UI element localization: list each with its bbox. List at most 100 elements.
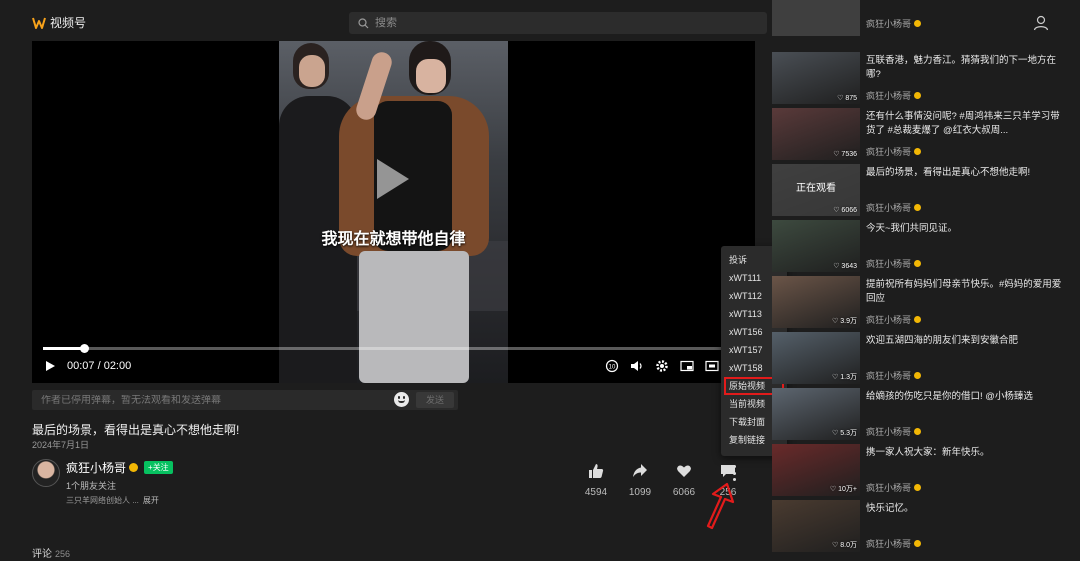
like-count: 4594 <box>584 487 608 498</box>
recommended-item[interactable]: 正在观看 ♡ 6066 最后的场景，看得出是真心不想他走啊! 疯狂小杨哥 <box>771 164 1071 216</box>
recommended-title[interactable]: 给嫡孩的伤吃只是你的借口! @小杨臻选 <box>866 390 1066 404</box>
recommended-author: 疯狂小杨哥 <box>866 313 922 326</box>
app-logo[interactable]: 视频号 <box>32 14 86 31</box>
recommended-item[interactable]: ♡ 10万+ 携一家人祝大家：新年快乐。 疯狂小杨哥 <box>771 444 1071 496</box>
svg-text:10: 10 <box>609 365 616 371</box>
recommended-author-partial: 疯狂小杨哥 <box>866 17 922 30</box>
comments-count: 256 <box>55 549 71 559</box>
share-arrow-icon <box>633 464 647 477</box>
recommended-item[interactable]: ♡ 1.3万 欢迎五湖四海的朋友们来到安徽合肥 疯狂小杨哥 <box>771 332 1071 384</box>
comments-label: 评论 <box>32 549 52 560</box>
play-icon[interactable] <box>46 361 55 371</box>
recommended-author: 疯狂小杨哥 <box>866 537 922 550</box>
recommended-author: 疯狂小杨哥 <box>866 89 922 102</box>
author-avatar[interactable] <box>32 459 60 487</box>
picture-in-picture-icon[interactable] <box>680 359 694 373</box>
video-scene-face-left <box>299 55 325 87</box>
recommended-thumbnail[interactable] <box>772 0 860 36</box>
recommended-author: 疯狂小杨哥 <box>866 425 922 438</box>
recommended-likes: ♡ 7536 <box>833 151 857 158</box>
emoji-icon[interactable] <box>394 392 409 407</box>
playback-speed-icon[interactable]: 10 <box>605 359 619 373</box>
recommended-title[interactable]: 最后的场景，看得出是真心不想他走啊! <box>866 166 1066 180</box>
verified-badge-icon <box>914 428 922 435</box>
video-player[interactable]: 我现在就想带他自律 00:07 / 02:00 10 <box>32 41 755 383</box>
thumbs-up-icon <box>589 464 604 478</box>
friends-following: 1个朋友关注 <box>66 481 117 491</box>
video-frame[interactable] <box>279 41 508 383</box>
recommended-likes: ♡ 3643 <box>833 263 857 270</box>
verified-badge-icon <box>914 204 922 211</box>
follow-button[interactable]: +关注 <box>144 461 173 474</box>
recommended-item[interactable]: ♡ 3.9万 提前祝所有妈妈们母亲节快乐。#妈妈的爱用爱回应疯狂小杨哥 <box>771 276 1071 328</box>
author-bio: 三只羊网络创始人 ... 展开 <box>66 495 173 506</box>
recommended-author: 疯狂小杨哥 <box>866 481 922 494</box>
recommended-item[interactable]: ♡ 5.3万 给嫡孩的伤吃只是你的借口! @小杨臻选 疯狂小杨哥 <box>771 388 1071 440</box>
recommended-likes: ♡ 5.3万 <box>832 430 857 437</box>
recommended-title[interactable]: 携一家人祝大家：新年快乐。 <box>866 446 1066 460</box>
verified-badge-icon <box>914 484 922 491</box>
time-display: 00:07 / 02:00 <box>67 360 132 372</box>
search-input[interactable] <box>375 17 735 29</box>
verified-badge-icon <box>914 92 922 99</box>
expand-bio-link[interactable]: 展开 <box>143 496 159 505</box>
heart-icon: ♡ <box>829 486 839 493</box>
verified-badge-icon <box>914 260 922 267</box>
author-name[interactable]: 疯狂小杨哥 <box>66 459 126 476</box>
progress-knob[interactable] <box>79 344 89 353</box>
progress-bar[interactable] <box>43 344 744 353</box>
recommended-title[interactable]: 快乐记忆。 <box>866 502 1066 516</box>
channels-logo-icon <box>32 17 46 29</box>
recommended-title[interactable]: 互联香港，魅力香江。猜猜我们的下一地方在哪? <box>866 54 1066 82</box>
recommended-thumbnail[interactable]: ♡ 10万+ <box>772 444 860 496</box>
verified-badge-icon <box>129 463 139 472</box>
heart-count: 6066 <box>672 487 696 498</box>
recommended-author: 疯狂小杨哥 <box>866 145 922 158</box>
danmaku-bar: 发送 <box>32 390 458 410</box>
recommended-thumbnail[interactable]: ♡ 875 <box>772 52 860 104</box>
recommended-title[interactable]: 欢迎五湖四海的朋友们来到安徽合肥 <box>866 334 1066 348</box>
send-danmaku-button[interactable]: 发送 <box>416 392 454 408</box>
recommended-thumbnail[interactable]: ♡ 7536 <box>772 108 860 160</box>
recommended-likes: ♡ 3.9万 <box>832 318 857 325</box>
recommended-author: 疯狂小杨哥 <box>866 369 922 382</box>
volume-icon[interactable] <box>630 359 644 373</box>
like-button[interactable]: 4594 <box>574 463 618 498</box>
recommended-item[interactable]: ♡ 7536 还有什么事情没问呢? #周鸿祎来三只羊学习带货了 #总裁麦爆了 @红… <box>771 108 1071 160</box>
recommended-thumbnail[interactable]: 正在观看 ♡ 6066 <box>772 164 860 216</box>
share-button[interactable]: 1099 <box>618 463 662 498</box>
recommended-title[interactable]: 还有什么事情没问呢? #周鸿祎来三只羊学习带货了 #总裁麦爆了 @红衣大叔周..… <box>866 110 1066 138</box>
recommended-likes: ♡ 1.3万 <box>832 374 857 381</box>
author-block: 疯狂小杨哥 +关注 1个朋友关注 三只羊网络创始人 ... 展开 <box>32 459 173 506</box>
video-title: 最后的场景，看得出是真心不想他走啊! <box>32 423 240 437</box>
play-overlay-icon[interactable] <box>377 159 409 199</box>
recommended-author: 疯狂小杨哥 <box>866 257 922 270</box>
recommended-thumbnail[interactable]: ♡ 3643 <box>772 220 860 272</box>
settings-gear-icon[interactable] <box>655 359 669 373</box>
heart-icon <box>677 465 691 477</box>
logo-text: 视频号 <box>50 16 87 30</box>
fullscreen-icon[interactable] <box>705 359 719 373</box>
video-date: 2024年7月1日 <box>32 440 90 450</box>
recommended-title[interactable]: 提前祝所有妈妈们母亲节快乐。#妈妈的爱用爱回应 <box>866 278 1066 306</box>
recommended-title[interactable]: 今天~我们共同见证。 <box>866 222 1066 236</box>
recommended-likes: ♡ 875 <box>837 95 857 102</box>
recommended-likes: ♡ 8.0万 <box>832 542 857 549</box>
verified-badge-icon <box>914 372 922 379</box>
verified-badge-icon <box>914 148 922 155</box>
recommended-thumbnail[interactable]: ♡ 3.9万 <box>772 276 860 328</box>
search-icon <box>358 17 369 28</box>
recommended-likes: ♡ 6066 <box>833 207 857 214</box>
recommended-thumbnail[interactable]: ♡ 1.3万 <box>772 332 860 384</box>
search-bar[interactable] <box>349 12 767 34</box>
verified-badge-icon <box>914 316 922 323</box>
recommended-thumbnail[interactable]: ♡ 5.3万 <box>772 388 860 440</box>
danmaku-input[interactable] <box>41 394 381 406</box>
recommended-item-partial[interactable]: 疯狂小杨哥 <box>771 0 1071 36</box>
recommended-item[interactable]: ♡ 3643 今天~我们共同见证。 疯狂小杨哥 <box>771 220 1071 272</box>
recommended-item[interactable]: ♡ 8.0万 快乐记忆。疯狂小杨哥 <box>771 500 1071 552</box>
recommended-item[interactable]: ♡ 875 互联香港，魅力香江。猜猜我们的下一地方在哪? 疯狂小杨哥 <box>771 52 1071 104</box>
annotation-arrow-icon <box>706 482 735 530</box>
more-options-icon[interactable] <box>733 465 737 481</box>
recommended-thumbnail[interactable]: ♡ 8.0万 <box>772 500 860 552</box>
